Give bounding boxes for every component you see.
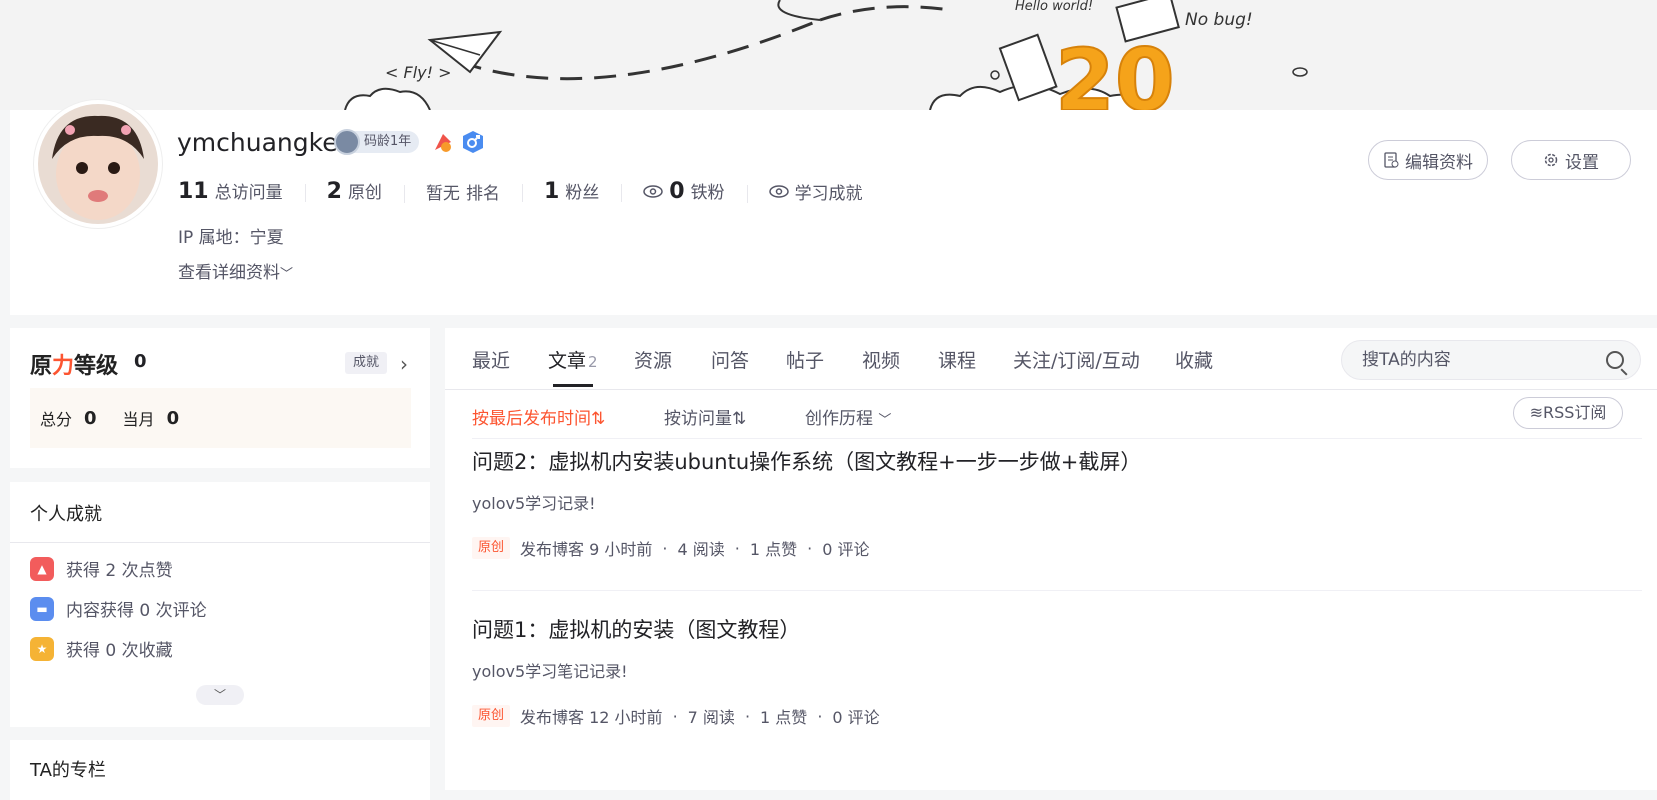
article-item[interactable]: 问题2：虚拟机内安装ubuntu操作系统（图文教程+一步一步做+截屏） yolo… bbox=[472, 446, 1642, 560]
stat-fans[interactable]: 1 粉丝 bbox=[521, 178, 621, 204]
achievements-card: 个人成就 ▲ 获得 2 次点赞 ▬ 内容获得 0 次评论 ★ 获得 0 次收藏 … bbox=[10, 482, 430, 727]
article-title[interactable]: 问题1：虚拟机的安装（图文教程） bbox=[472, 614, 1642, 644]
tab-resources[interactable]: 资源 bbox=[634, 346, 672, 373]
columns-card: TA的专栏 bbox=[10, 740, 430, 800]
sort-bar: 按最后发布时间⇅ 按访问量⇅ 创作历程 ﹀ ≋RSS订阅 bbox=[445, 390, 1657, 438]
expand-button[interactable]: ﹀ bbox=[196, 685, 244, 705]
rss-subscribe-button[interactable]: ≋RSS订阅 bbox=[1513, 397, 1623, 429]
username: ymchuangke bbox=[177, 128, 338, 157]
divider bbox=[472, 590, 1642, 591]
achievement-likes: ▲ 获得 2 次点赞 bbox=[30, 556, 173, 581]
original-tag: 原创 bbox=[472, 705, 511, 727]
code-age-badge[interactable]: 码龄1年 bbox=[334, 129, 420, 155]
sort-icon: ⇅ bbox=[732, 409, 747, 429]
stat-iron-fans[interactable]: 0 铁粉 bbox=[621, 178, 746, 204]
sort-latest[interactable]: 按最后发布时间⇅ bbox=[472, 404, 605, 429]
achievement-comments: ▬ 内容获得 0 次评论 bbox=[30, 596, 207, 621]
article-desc: yolov5学习笔记记录! bbox=[472, 662, 628, 681]
creation-history-dropdown[interactable]: 创作历程 ﹀ bbox=[805, 404, 891, 429]
article-item[interactable]: 问题1：虚拟机的安装（图文教程） yolov5学习笔记记录! 原创 发布博客 1… bbox=[472, 614, 1642, 728]
code-age-icon bbox=[334, 129, 360, 155]
svg-text:20: 20 bbox=[1055, 31, 1175, 110]
level-value: 0 bbox=[134, 351, 147, 372]
view-details-link[interactable]: 查看详细资料﹀ bbox=[178, 258, 293, 283]
profile-stats: 11 总访问量 2 原创 暂无 排名 1 粉丝 0 铁粉 学习成就 bbox=[178, 176, 885, 206]
achievement-tag[interactable]: 成就 bbox=[345, 352, 388, 374]
stat-visits[interactable]: 11 总访问量 bbox=[178, 178, 305, 204]
badge-group: 码龄1年 bbox=[334, 129, 486, 155]
tab-follow[interactable]: 关注/订阅/互动 bbox=[1013, 346, 1140, 373]
total-score: 0 bbox=[84, 407, 97, 429]
tab-posts[interactable]: 帖子 bbox=[786, 346, 824, 373]
comment-icon: ▬ bbox=[30, 596, 54, 621]
chevron-down-icon: ﹀ bbox=[280, 267, 294, 282]
svg-text:No bug!: No bug! bbox=[1185, 10, 1253, 30]
main-content: 最近 文章 2 资源 问答 帖子 视频 课程 关注/订阅/互动 收藏 搜TA的内容… bbox=[445, 328, 1657, 800]
score-box: 总分 0 当月 0 bbox=[30, 388, 411, 448]
like-icon: ▲ bbox=[30, 556, 54, 581]
search-input[interactable]: 搜TA的内容 bbox=[1341, 340, 1641, 380]
tab-qa[interactable]: 问答 bbox=[711, 346, 749, 373]
profile-banner: < Fly! > Hello world! No bug! 20 bbox=[0, 0, 1657, 110]
avatar[interactable] bbox=[34, 100, 162, 228]
stat-rank[interactable]: 暂无 排名 bbox=[403, 179, 522, 204]
svg-text:< Fly! >: < Fly! > bbox=[385, 63, 452, 82]
achievements-title: 个人成就 bbox=[30, 504, 102, 525]
sort-visits[interactable]: 按访问量⇅ bbox=[664, 404, 746, 429]
tab-favorites[interactable]: 收藏 bbox=[1175, 346, 1213, 373]
achievement-favorites: ★ 获得 0 次收藏 bbox=[30, 636, 173, 661]
content-tabs: 最近 文章 2 资源 问答 帖子 视频 课程 关注/订阅/互动 收藏 搜TA的内容 bbox=[445, 328, 1657, 390]
settings-button[interactable]: 设置 bbox=[1511, 140, 1631, 180]
eye-icon bbox=[768, 184, 789, 198]
tab-videos[interactable]: 视频 bbox=[862, 346, 900, 373]
divider bbox=[10, 542, 430, 543]
star-icon: ★ bbox=[30, 636, 54, 661]
article-meta: 原创 发布博客 9 小时前 · 4 阅读 · 1 点赞 · 0 评论 bbox=[472, 536, 1642, 560]
level-card: 原力等级 0 成就 › 总分 0 当月 0 bbox=[10, 328, 430, 468]
red-flag-badge-icon[interactable] bbox=[431, 130, 456, 154]
tab-articles[interactable]: 文章 2 bbox=[548, 346, 598, 387]
tab-courses[interactable]: 课程 bbox=[938, 346, 976, 373]
stat-achievement[interactable]: 学习成就 bbox=[746, 179, 885, 204]
divider bbox=[472, 438, 1642, 439]
search-icon[interactable] bbox=[1606, 351, 1624, 369]
rss-icon: ≋ bbox=[1529, 403, 1543, 422]
profile-card: ymchuangke 码龄1年 11 总访问量 2 原创 暂无 排名 1 粉丝 0 铁粉 bbox=[10, 100, 1657, 315]
gear-icon bbox=[1544, 153, 1558, 167]
svg-text:Hello world!: Hello world! bbox=[1015, 0, 1093, 14]
male-gender-badge-icon[interactable] bbox=[461, 130, 486, 154]
chevron-down-icon: ﹀ bbox=[213, 688, 226, 702]
ip-location: IP 属地：宁夏 bbox=[178, 228, 284, 248]
divider bbox=[445, 790, 1657, 800]
tab-recent[interactable]: 最近 bbox=[472, 346, 510, 373]
banner-illustration: < Fly! > Hello world! No bug! 20 bbox=[344, 0, 1308, 110]
edit-document-icon bbox=[1384, 152, 1399, 168]
article-desc: yolov5学习记录! bbox=[472, 494, 596, 513]
stat-original[interactable]: 2 原创 bbox=[304, 178, 404, 204]
article-meta: 原创 发布博客 12 小时前 · 7 阅读 · 1 点赞 · 0 评论 bbox=[472, 704, 1642, 728]
columns-title: TA的专栏 bbox=[30, 760, 106, 781]
level-title: 原力等级 bbox=[30, 354, 119, 379]
article-title[interactable]: 问题2：虚拟机内安装ubuntu操作系统（图文教程+一步一步做+截屏） bbox=[472, 446, 1642, 476]
chevron-right-icon[interactable]: › bbox=[400, 352, 408, 376]
month-score: 0 bbox=[166, 407, 180, 429]
edit-profile-button[interactable]: 编辑资料 bbox=[1368, 140, 1488, 180]
chevron-down-icon: ﹀ bbox=[878, 413, 892, 428]
sort-icon: ⇅ bbox=[591, 409, 606, 429]
eye-icon bbox=[643, 184, 663, 198]
original-tag: 原创 bbox=[472, 537, 511, 559]
